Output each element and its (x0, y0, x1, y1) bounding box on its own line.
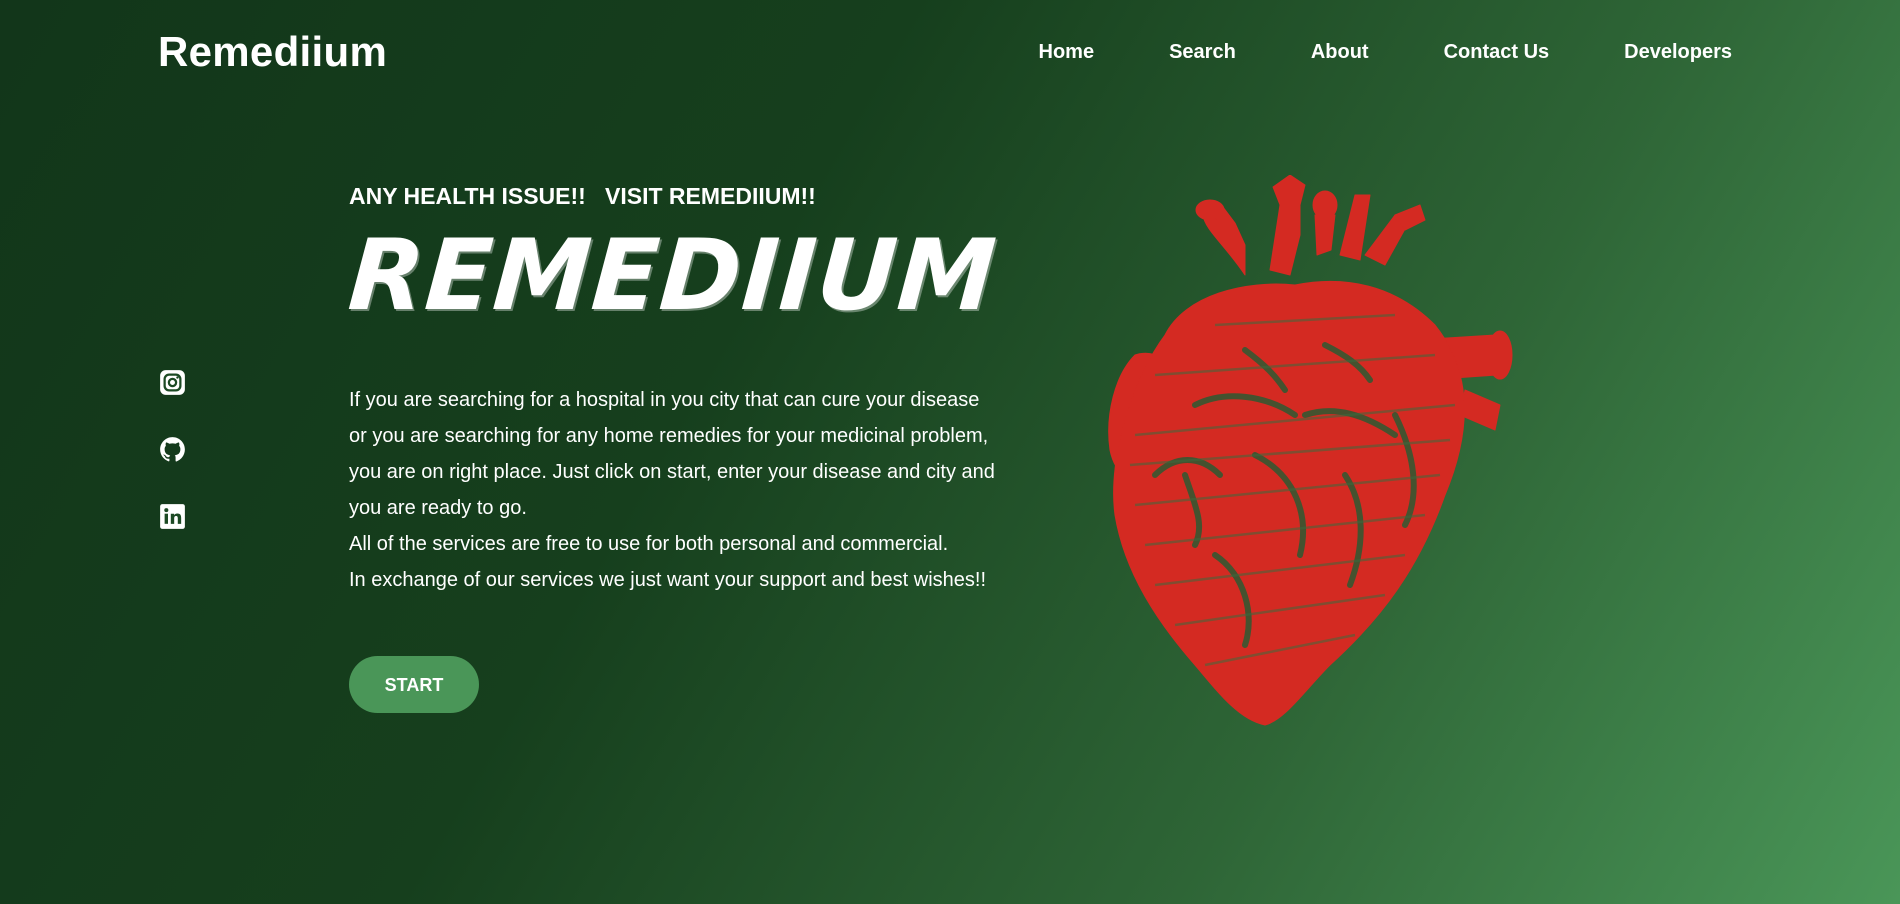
instagram-icon[interactable] (159, 369, 186, 396)
nav-contact-us[interactable]: Contact Us (1444, 41, 1550, 64)
nav-developers[interactable]: Developers (1624, 41, 1732, 64)
description-line: you are ready to go. (349, 497, 527, 519)
hero-tagline: ANY HEALTH ISSUE!! VISIT REMEDIIUM!! (349, 183, 816, 209)
page: { "header": { "brand": "Remediium", "nav… (0, 0, 1900, 904)
main-nav: Home Search About Contact Us Developers (1039, 41, 1732, 64)
hero-section: ANY HEALTH ISSUE!! VISIT REMEDIIUM!! REM… (345, 183, 1049, 713)
anatomical-heart-image (1108, 175, 1513, 726)
description-line: All of the services are free to use for … (349, 533, 949, 555)
description-line: In exchange of our services we just want… (349, 569, 987, 591)
nav-search[interactable]: Search (1169, 41, 1236, 64)
nav-about[interactable]: About (1311, 41, 1369, 64)
linkedin-icon[interactable] (159, 503, 186, 530)
hero-title: REMEDIIUM (345, 219, 1001, 333)
description-line: If you are searching for a hospital in y… (349, 389, 980, 411)
nav-home[interactable]: Home (1039, 41, 1095, 64)
description-line: you are on right place. Just click on st… (349, 461, 995, 483)
start-button[interactable]: START (349, 656, 479, 713)
github-icon[interactable] (159, 436, 186, 463)
brand-logo[interactable]: Remediium (158, 28, 387, 76)
hero-description: If you are searching for a hospital in y… (349, 382, 1049, 598)
description-line: or you are searching for any home remedi… (349, 425, 989, 447)
social-links (159, 369, 186, 530)
